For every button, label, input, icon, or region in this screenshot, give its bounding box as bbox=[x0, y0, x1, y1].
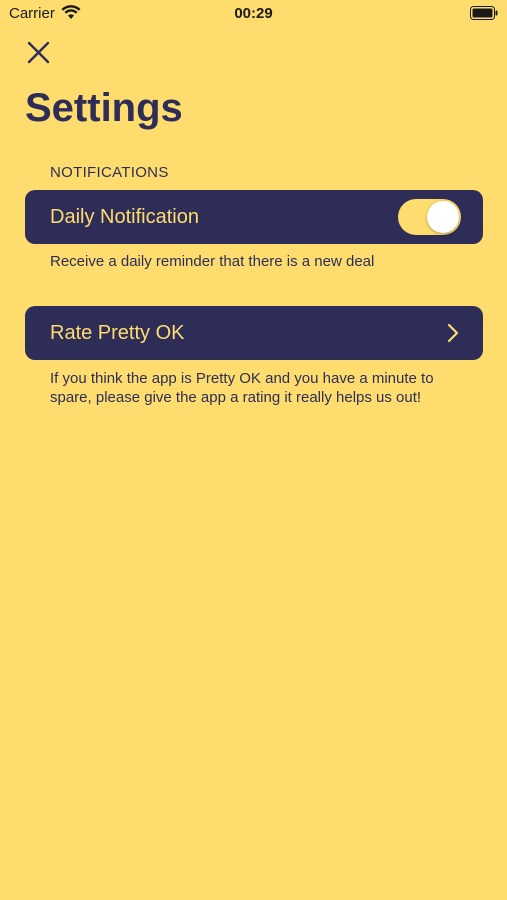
battery-icon bbox=[470, 6, 498, 25]
toggle-knob bbox=[427, 201, 459, 233]
section-header-notifications: NOTIFICATIONS bbox=[50, 164, 169, 181]
rate-app-row[interactable]: Rate Pretty OK bbox=[25, 306, 483, 360]
rate-app-label: Rate Pretty OK bbox=[50, 321, 185, 344]
chevron-right-icon bbox=[447, 323, 459, 349]
close-icon bbox=[27, 41, 50, 64]
close-button[interactable] bbox=[24, 38, 54, 68]
page-title: Settings bbox=[25, 86, 183, 130]
status-time: 00:29 bbox=[234, 5, 273, 22]
daily-notification-description: Receive a daily reminder that there is a… bbox=[50, 253, 375, 270]
status-bar: Carrier 00:29 bbox=[0, 0, 507, 28]
rate-app-description: If you think the app is Pretty OK and yo… bbox=[50, 370, 434, 406]
daily-notification-row: Daily Notification bbox=[25, 190, 483, 244]
daily-notification-toggle[interactable] bbox=[398, 199, 461, 235]
daily-notification-label: Daily Notification bbox=[50, 205, 199, 228]
